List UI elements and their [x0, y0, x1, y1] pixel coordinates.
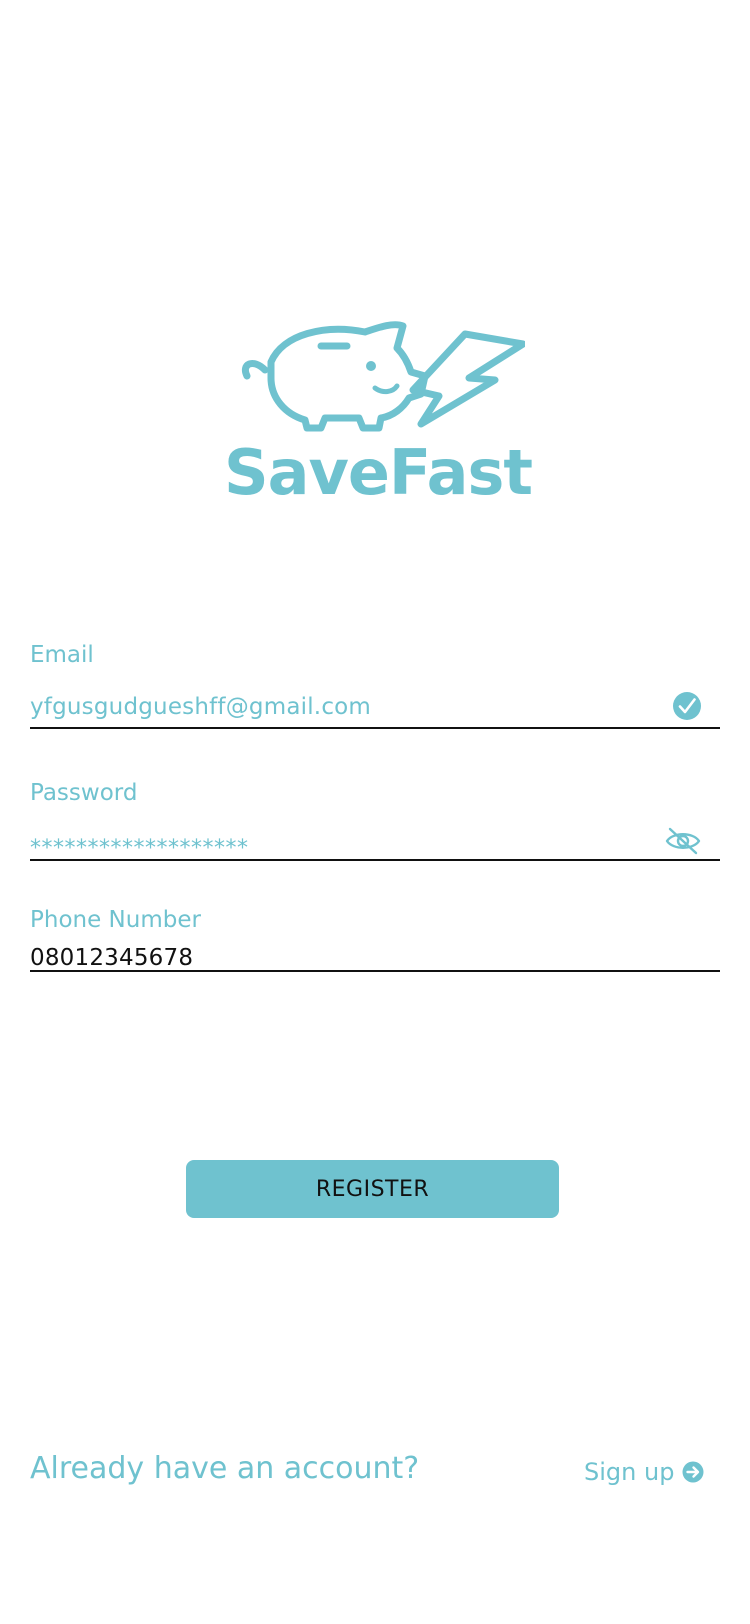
sign-up-link[interactable]: Sign up: [584, 1460, 704, 1484]
phone-label: Phone Number: [30, 907, 201, 933]
app-name: SaveFast: [223, 436, 533, 509]
password-input[interactable]: *******************: [30, 838, 249, 860]
email-underline: [30, 727, 720, 729]
email-label: Email: [30, 642, 94, 668]
password-label: Password: [30, 780, 138, 806]
arrow-right-circle-icon: [682, 1461, 704, 1483]
password-field[interactable]: Password *******************: [30, 782, 720, 862]
register-screen: SaveFast Email yfgusgudgueshff@gmail.com…: [0, 0, 750, 1624]
phone-underline: [30, 970, 720, 972]
phone-input[interactable]: 08012345678: [30, 947, 193, 970]
email-field[interactable]: Email yfgusgudgueshff@gmail.com: [30, 644, 720, 730]
password-underline: [30, 859, 720, 861]
piggy-bank-lightning-icon: [242, 321, 525, 432]
check-circle-icon: [673, 692, 701, 720]
sign-up-label: Sign up: [584, 1458, 675, 1486]
already-have-account-text: Already have an account?: [30, 1451, 420, 1486]
register-button[interactable]: REGISTER: [186, 1160, 559, 1218]
phone-field[interactable]: Phone Number 08012345678: [30, 909, 720, 973]
eye-off-icon[interactable]: [664, 826, 702, 856]
app-logo: SaveFast: [0, 318, 750, 504]
email-input[interactable]: yfgusgudgueshff@gmail.com: [30, 696, 371, 719]
